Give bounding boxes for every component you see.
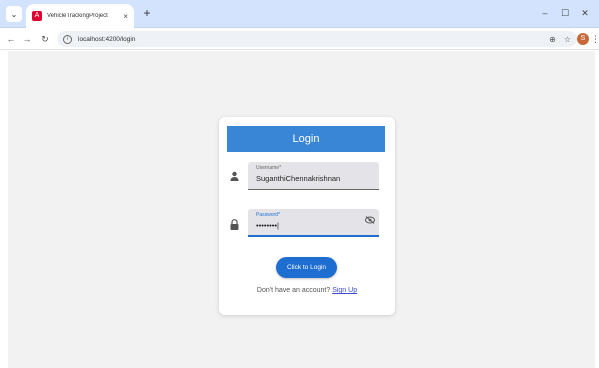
bookmark-star-icon[interactable]: ☆ bbox=[564, 35, 571, 44]
minimize-button[interactable]: – bbox=[535, 5, 555, 21]
site-info-icon[interactable]: i bbox=[63, 34, 72, 44]
password-input[interactable]: ••••••••| bbox=[256, 221, 279, 230]
reload-icon[interactable]: ↻ bbox=[38, 31, 52, 47]
tab-search-icon[interactable]: ⌄ bbox=[6, 6, 22, 22]
login-button[interactable]: Click to Login bbox=[276, 257, 337, 278]
address-bar[interactable]: i localhost:4200/login ⊕ ☆ bbox=[57, 31, 577, 47]
maximize-button[interactable]: ☐ bbox=[555, 5, 575, 21]
tab-title: VehicleTrackingProject bbox=[47, 13, 108, 19]
back-arrow-icon[interactable]: ← bbox=[4, 31, 18, 47]
signup-link[interactable]: Sign Up bbox=[332, 287, 357, 294]
username-row: Username* SuganthiChennakrishnan bbox=[227, 162, 385, 190]
username-input[interactable]: SuganthiChennakrishnan bbox=[256, 174, 340, 183]
password-row: Password* ••••••••| bbox=[227, 209, 385, 237]
signup-prompt: Don't have an account? bbox=[256, 287, 331, 294]
visibility-off-icon[interactable] bbox=[365, 216, 375, 226]
lock-icon bbox=[227, 219, 241, 233]
tab-close-icon[interactable]: × bbox=[123, 12, 128, 21]
browser-menu-icon[interactable]: ⋮ bbox=[591, 32, 599, 46]
password-label: Password* bbox=[256, 212, 280, 218]
login-card: Login Username* SuganthiChennakrishnan P… bbox=[219, 117, 395, 315]
username-field[interactable]: Username* SuganthiChennakrishnan bbox=[248, 162, 379, 190]
username-label: Username* bbox=[256, 165, 282, 171]
signup-row: Don't have an account? Sign Up bbox=[219, 287, 395, 294]
angular-favicon-icon: A bbox=[32, 11, 42, 21]
browser-tab-bar: ⌄ A VehicleTrackingProject × + – ☐ ✕ bbox=[0, 0, 599, 28]
profile-avatar[interactable]: S bbox=[577, 33, 589, 45]
forward-arrow-icon[interactable]: → bbox=[20, 31, 34, 47]
password-field[interactable]: Password* ••••••••| bbox=[248, 209, 379, 237]
new-tab-button[interactable]: + bbox=[140, 6, 154, 20]
person-icon bbox=[227, 171, 241, 184]
browser-toolbar: ← → ↻ i localhost:4200/login ⊕ ☆ S ⋮ bbox=[0, 28, 599, 50]
close-window-button[interactable]: ✕ bbox=[575, 5, 595, 21]
page-background: Login Username* SuganthiChennakrishnan P… bbox=[8, 51, 595, 368]
login-title: Login bbox=[227, 126, 385, 152]
window-controls: – ☐ ✕ bbox=[535, 5, 595, 21]
url-text[interactable]: localhost:4200/login bbox=[78, 36, 541, 43]
translate-icon[interactable]: ⊕ bbox=[549, 35, 556, 44]
tab-vehicle-tracking[interactable]: A VehicleTrackingProject × bbox=[26, 4, 134, 28]
